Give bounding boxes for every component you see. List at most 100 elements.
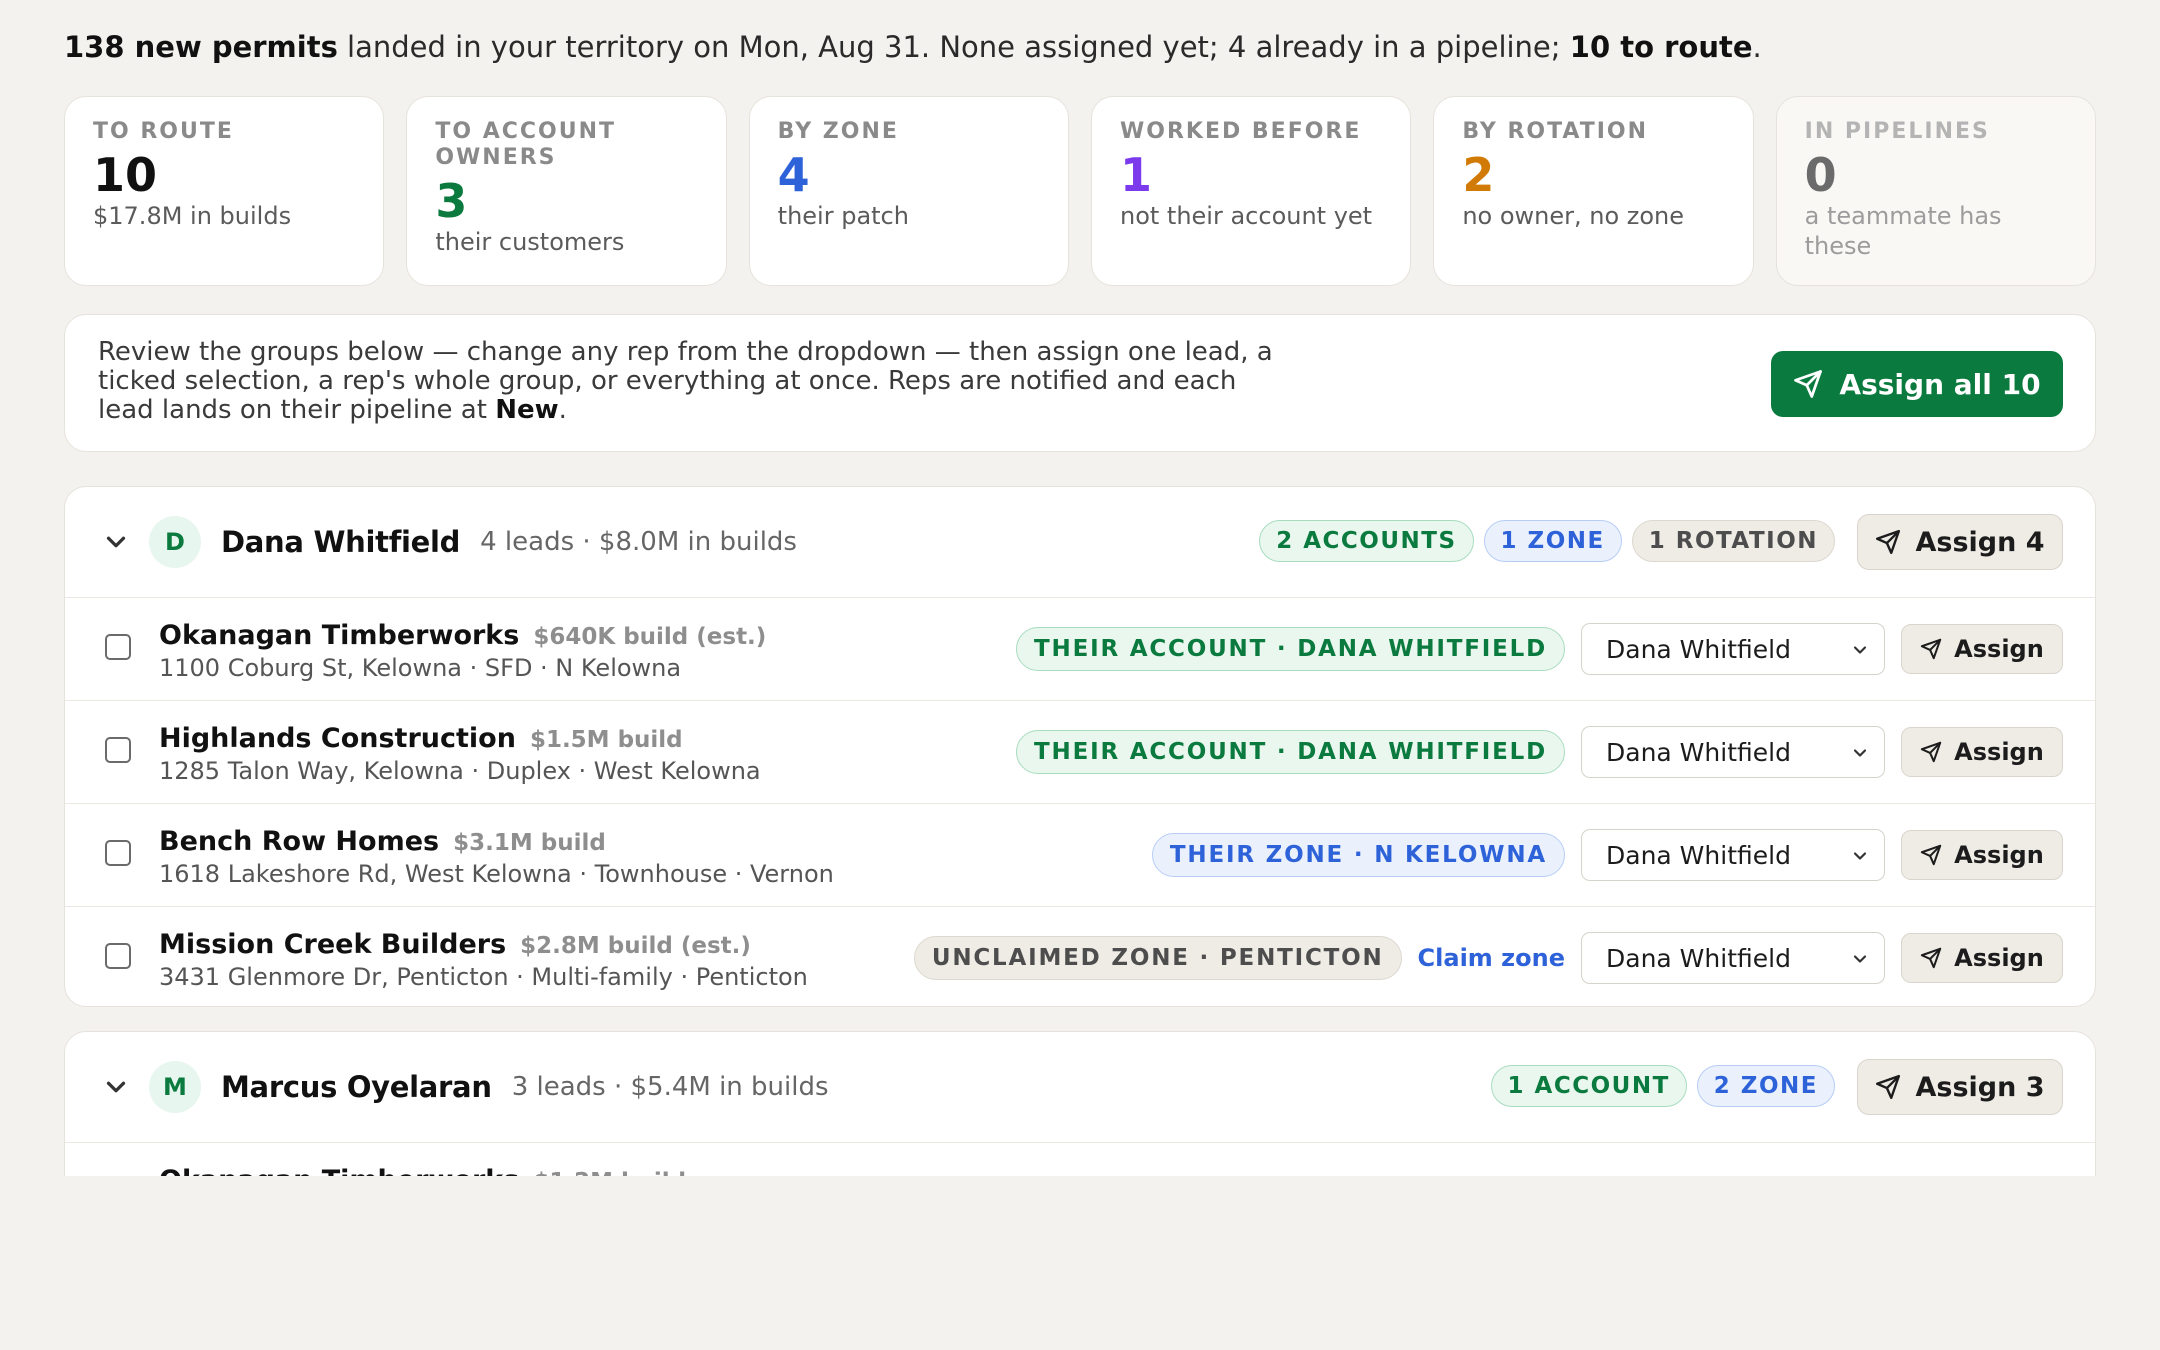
rep-select-value: Dana Whitfield <box>1606 737 1791 767</box>
stat-value: 4 <box>777 148 810 202</box>
lead-checkbox[interactable] <box>105 737 131 763</box>
chevron-down-icon <box>1853 955 1867 963</box>
assign-lead-button[interactable]: Assign <box>1901 933 2063 983</box>
routing-reason-badge: THEIR ACCOUNT · DANA WHITFIELD <box>1016 730 1565 774</box>
send-icon <box>1876 1074 1901 1100</box>
count-chip: 1 ZONE <box>1483 520 1622 562</box>
group-header[interactable]: M Marcus Oyelaran 3 leads · $5.4M in build… <box>65 1032 2095 1143</box>
chevron-down-icon <box>1853 646 1867 654</box>
assign-lead-button[interactable]: Assign <box>1901 727 2063 777</box>
group-header[interactable]: D Dana Whitfield 4 leads · $8.0M in builds… <box>65 487 2095 598</box>
lead-row: Okanagan Timberworks $640K build (est.) 11… <box>65 598 2095 701</box>
rep-select[interactable]: Dana Whitfield <box>1581 623 1885 675</box>
assign-lead-label: Assign <box>1954 944 2044 972</box>
lead-checkbox[interactable] <box>105 634 131 660</box>
rep-select-value: Dana Whitfield <box>1606 634 1791 664</box>
count-chip: 2 ACCOUNTS <box>1259 520 1474 562</box>
routing-reason-badge: THEIR ZONE · N KELOWNA <box>1151 833 1565 877</box>
assign-lead-label: Assign <box>1954 738 2044 766</box>
lead-address: 1100 Coburg St, Kelowna · SFD · N Kelown… <box>159 654 682 682</box>
collapse-toggle[interactable] <box>101 527 131 557</box>
instructions-panel: Review the groups below — change any rep… <box>64 314 2096 452</box>
rep-select[interactable]: Dana Whitfield <box>1581 932 1885 984</box>
count-chip: 1 ACCOUNT <box>1490 1065 1687 1107</box>
instructions-end: . <box>558 395 567 425</box>
lead-row: Bench Row Homes $3.1M build 1618 Lakeshore… <box>65 804 2095 907</box>
count-chip: 1 ROTATION <box>1631 520 1835 562</box>
lead-address: 1285 Talon Way, Kelowna · Duplex · West … <box>159 757 761 785</box>
stat-card[interactable]: TO ROUTE 10 $17.8M in builds <box>64 96 385 286</box>
collapse-toggle[interactable] <box>101 1072 131 1102</box>
chevron-down-icon <box>106 1081 126 1093</box>
rep-select-value: Dana Whitfield <box>1606 840 1791 870</box>
lead-row: Highlands Construction $1.5M build 1285 Ta… <box>65 701 2095 804</box>
lead-build-value: $640K build (est.) <box>533 624 767 650</box>
lead-company: Mission Creek Builders <box>159 929 507 960</box>
stat-card[interactable]: TO ACCOUNT OWNERS 3 their customers <box>406 96 727 286</box>
stat-card[interactable]: BY ROTATION 2 no owner, no zone <box>1433 96 1754 286</box>
stat-label: IN PIPELINES <box>1804 119 1990 144</box>
lead-title: Mission Creek Builders $2.8M build (est.) <box>159 929 751 960</box>
lead-address: 3431 Glenmore Dr, Penticton · Multi-fami… <box>159 963 808 991</box>
routing-reason-badge: THEIR ACCOUNT · DANA WHITFIELD <box>1016 627 1565 671</box>
stat-value: 1 <box>1119 148 1152 202</box>
lead-actions: UNCLAIMED ZONE · PENTICTON Claim zone Dana… <box>913 932 2063 984</box>
send-icon <box>1920 741 1942 763</box>
lead-build-value: $1.2M build <box>533 1169 686 1176</box>
lead-company: Bench Row Homes <box>159 826 440 857</box>
stat-card[interactable]: IN PIPELINES 0 a teammate has these <box>1775 96 2096 286</box>
rep-name: Dana Whitfield <box>221 525 461 559</box>
lead-build-value: $2.8M build (est.) <box>520 933 751 959</box>
chevron-down-icon <box>106 536 126 548</box>
assign-lead-button[interactable]: Assign <box>1901 830 2063 880</box>
assign-lead-label: Assign <box>1954 841 2044 869</box>
rep-meta: 3 leads · $5.4M in builds <box>511 1072 829 1102</box>
rep-group: D Dana Whitfield 4 leads · $8.0M in builds… <box>64 486 2096 1007</box>
lead-row: Okanagan Timberworks $1.2M build <box>65 1143 2095 1176</box>
stat-label: BY ZONE <box>777 119 899 144</box>
lead-checkbox[interactable] <box>105 943 131 969</box>
assign-lead-button[interactable]: Assign <box>1901 624 2063 674</box>
viewport: 138 new permits landed in your territory… <box>0 0 2160 1176</box>
avatar: M <box>149 1061 201 1113</box>
lead-company: Okanagan Timberworks <box>159 1165 519 1176</box>
send-icon <box>1920 947 1942 969</box>
lead-build-value: $1.5M build <box>529 727 683 753</box>
lead-title: Bench Row Homes $3.1M build <box>159 826 606 857</box>
lead-title: Okanagan Timberworks $640K build (est.) <box>159 620 766 651</box>
group-chips: 1 ACCOUNT 2 ZONE <box>1490 1065 1835 1107</box>
stat-value: 3 <box>435 174 468 228</box>
summary-line: 138 new permits landed in your territory… <box>64 30 1762 64</box>
stat-label: WORKED BEFORE <box>1119 119 1362 144</box>
stat-value: 10 <box>93 148 158 202</box>
instructions-body: Review the groups below — change any rep… <box>98 337 1273 425</box>
stat-card[interactable]: WORKED BEFORE 1 not their account yet <box>1090 96 1412 286</box>
lead-address: 1618 Lakeshore Rd, West Kelowna · Townho… <box>159 860 834 888</box>
group-chips: 2 ACCOUNTS 1 ZONE 1 ROTATION <box>1259 520 1835 562</box>
stat-label: TO ROUTE <box>93 119 234 144</box>
send-icon <box>1876 529 1901 555</box>
summary-count: 138 new permits <box>64 30 338 64</box>
lead-row: Mission Creek Builders $2.8M build (est.)… <box>65 907 2095 1006</box>
routing-reason-badge: UNCLAIMED ZONE · PENTICTON <box>913 936 1402 980</box>
stat-sub: their customers <box>435 228 625 256</box>
rep-select[interactable]: Dana Whitfield <box>1581 726 1885 778</box>
stat-value: 2 <box>1462 148 1495 202</box>
summary-route: 10 to route <box>1569 30 1753 64</box>
stat-sub: no owner, no zone <box>1462 202 1685 230</box>
lead-company: Okanagan Timberworks <box>159 620 520 651</box>
lead-actions: THEIR ACCOUNT · DANA WHITFIELD Dana Whitf… <box>1016 726 2063 778</box>
lead-title: Okanagan Timberworks $1.2M build <box>159 1165 686 1176</box>
lead-checkbox[interactable] <box>105 840 131 866</box>
assign-all-button[interactable]: Assign all 10 <box>1771 351 2063 417</box>
rep-select[interactable]: Dana Whitfield <box>1581 829 1885 881</box>
claim-zone-link[interactable]: Claim zone <box>1418 944 1565 972</box>
assign-group-button[interactable]: Assign 4 <box>1857 514 2063 570</box>
lead-build-value: $3.1M build <box>453 830 606 856</box>
send-icon <box>1920 844 1942 866</box>
send-icon <box>1794 370 1823 398</box>
stat-sub: not their account yet <box>1119 202 1373 230</box>
rep-name: Marcus Oyelaran <box>221 1070 492 1104</box>
assign-group-button[interactable]: Assign 3 <box>1857 1059 2063 1115</box>
stat-card[interactable]: BY ZONE 4 their patch <box>748 96 1069 286</box>
